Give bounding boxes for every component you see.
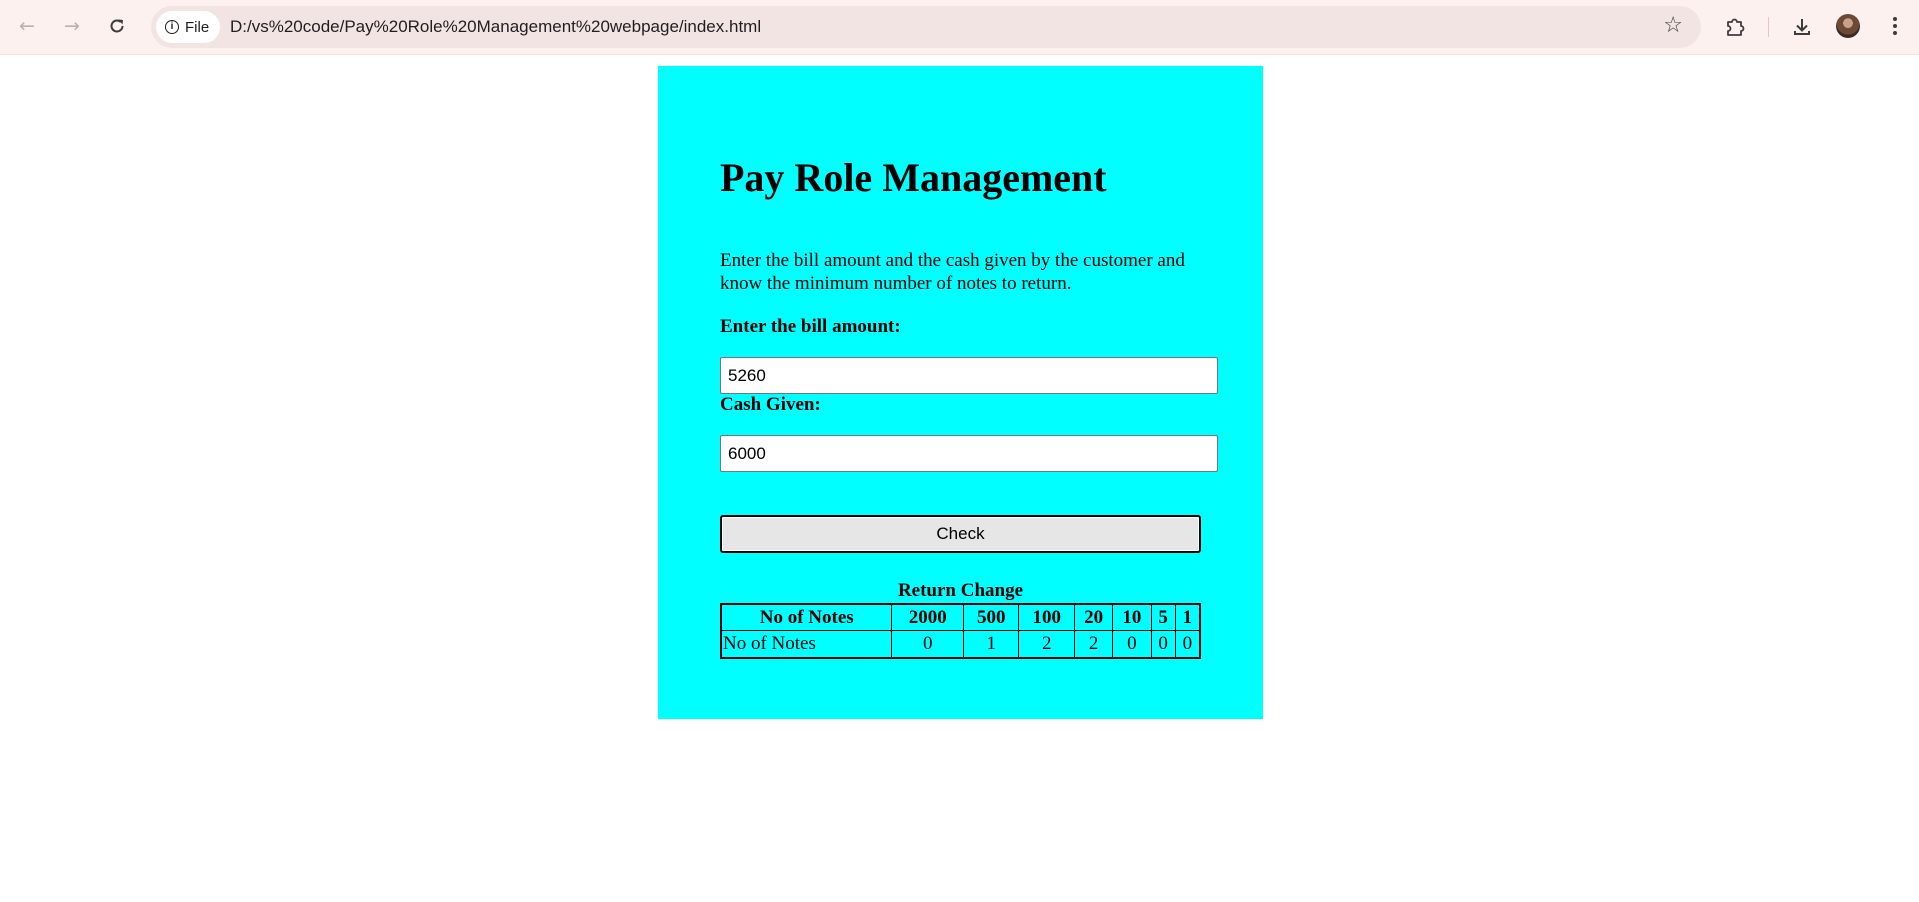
count-1: 0 [1174, 630, 1201, 659]
header-label: No of Notes [720, 603, 893, 631]
page-description: Enter the bill amount and the cash given… [720, 250, 1185, 294]
table-caption: Return Change [897, 580, 1024, 601]
back-button[interactable]: ← [13, 12, 41, 40]
cash-given-input[interactable] [720, 435, 1218, 472]
return-change-table: Return Change No of Notes 2000 500 100 2… [720, 578, 1201, 659]
count-100: 2 [1018, 630, 1075, 659]
denomination-5: 5 [1150, 603, 1176, 631]
puzzle-icon [1727, 18, 1745, 36]
count-10: 0 [1112, 630, 1152, 659]
denomination-20: 20 [1073, 603, 1114, 631]
table-header-row: No of Notes 2000 500 100 20 10 5 1 [720, 603, 1201, 631]
kebab-menu-icon[interactable] [1883, 14, 1907, 38]
download-icon [1794, 19, 1810, 35]
count-5: 0 [1150, 630, 1176, 659]
address-bar[interactable]: i File D:/vs%20code/Pay%20Role%20Managem… [151, 6, 1701, 48]
url-text[interactable]: D:/vs%20code/Pay%20Role%20Management%20w… [230, 6, 761, 48]
bill-amount-input[interactable] [720, 357, 1218, 394]
forward-button[interactable]: → [58, 12, 86, 40]
arrow-right-icon: → [64, 15, 80, 37]
info-icon: i [165, 20, 179, 34]
downloads-button[interactable] [1787, 12, 1817, 42]
denomination-10: 10 [1112, 603, 1152, 631]
denomination-1: 1 [1174, 603, 1201, 631]
count-2000: 0 [891, 630, 965, 659]
avatar[interactable] [1836, 14, 1860, 38]
denomination-500: 500 [963, 603, 1020, 631]
reload-icon [110, 19, 124, 33]
toolbar-separator [1768, 17, 1769, 37]
check-button[interactable]: Check [720, 515, 1201, 553]
reload-button[interactable] [103, 12, 131, 40]
site-info-chip[interactable]: i File [156, 11, 221, 43]
denomination-2000: 2000 [891, 603, 965, 631]
browser-toolbar: ← → i File D:/vs%20code/Pay%20Role%20Man… [0, 0, 1919, 55]
page-title: Pay Role Management [720, 155, 1107, 200]
denomination-100: 100 [1018, 603, 1075, 631]
bill-amount-label: Enter the bill amount: [720, 316, 901, 337]
count-500: 1 [963, 630, 1020, 659]
main-panel: Pay Role Management Enter the bill amoun… [658, 66, 1263, 719]
cash-given-label: Cash Given: [720, 394, 821, 415]
table-row: No of Notes 0 1 2 2 0 0 0 [720, 630, 1201, 659]
arrow-left-icon: ← [19, 15, 35, 37]
extensions-button[interactable] [1720, 12, 1750, 42]
row-label: No of Notes [720, 630, 893, 659]
site-chip-label: File [185, 18, 210, 36]
star-icon[interactable]: ☆ [1663, 13, 1683, 38]
count-20: 2 [1073, 630, 1114, 659]
